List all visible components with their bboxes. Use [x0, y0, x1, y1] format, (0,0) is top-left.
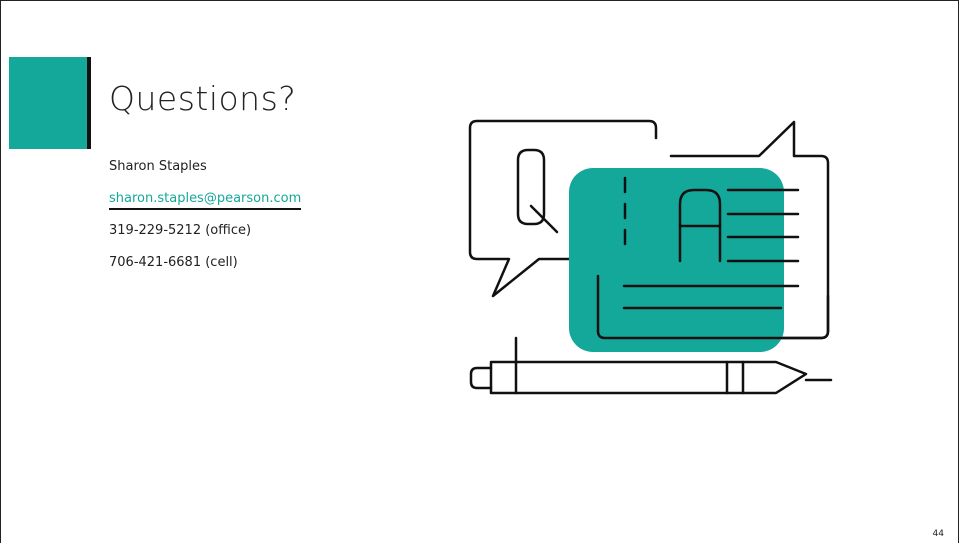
page-title: Questions? [109, 79, 297, 118]
qa-speech-bubbles-pen-icon [468, 119, 833, 395]
cell-phone: 706-421-6681 (cell) [109, 255, 238, 270]
contact-name: Sharon Staples [109, 159, 207, 174]
slide: Questions? Sharon Staples sharon.staples… [0, 0, 959, 543]
contact-info: Sharon Staples sharon.staples@pearson.co… [109, 159, 302, 287]
q-letter-icon [516, 148, 559, 234]
office-phone: 319-229-5212 (office) [109, 223, 252, 238]
accent-block [9, 57, 88, 149]
accent-bar [87, 57, 91, 149]
page-number: 44 [932, 529, 944, 539]
email-link[interactable]: sharon.staples@pearson.com [109, 191, 302, 210]
